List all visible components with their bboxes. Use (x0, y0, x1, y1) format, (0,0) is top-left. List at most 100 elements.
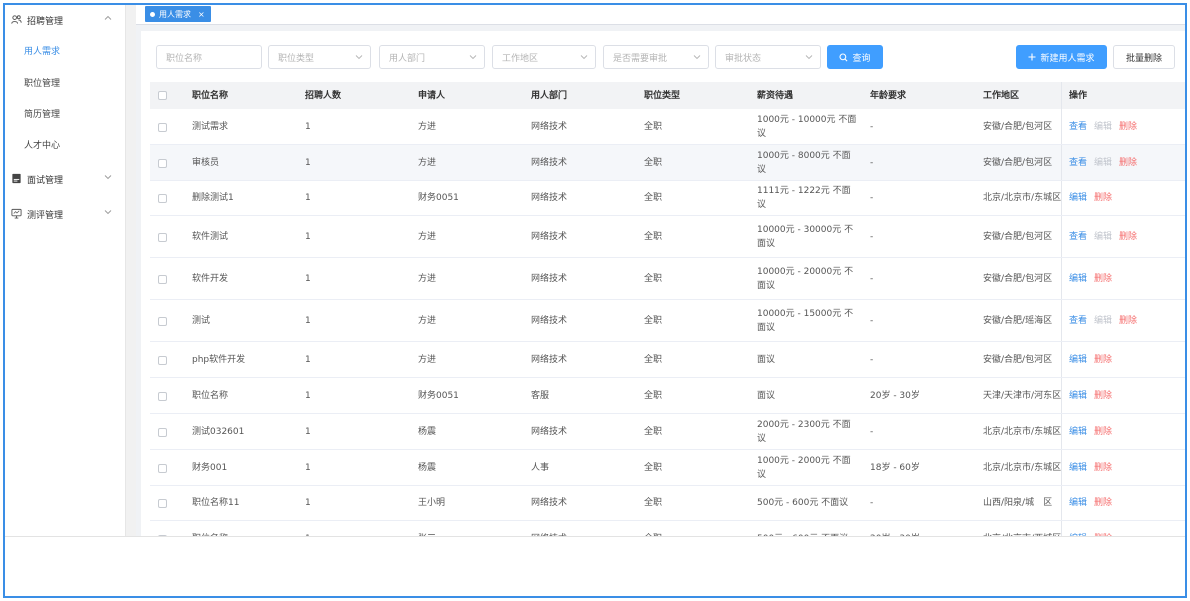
cell-area: 安徽/合肥/包河区 (983, 231, 1053, 242)
cell-actions: 查看 编辑 删除 (1069, 145, 1144, 180)
row-checkbox[interactable] (158, 356, 167, 365)
cell-salary: 10000元 - 30000元 不面议 (757, 224, 854, 249)
cell-name: 删除测试1 (192, 193, 234, 203)
edit-link[interactable]: 编辑 (1069, 272, 1087, 286)
column-divider (1061, 258, 1062, 299)
new-demand-button[interactable]: 新建用人需求 (1016, 45, 1107, 69)
work-area-select[interactable]: 工作地区 (492, 45, 596, 69)
position-name-input[interactable]: 职位名称 (156, 45, 262, 69)
table-row[interactable]: 职位名称 1 财务0051 客服 全职 面议 20岁 - 30岁 天津/天津市/河东区 编辑 删除 (150, 378, 1185, 414)
row-checkbox[interactable] (158, 428, 167, 437)
delete-link[interactable]: 删除 (1094, 425, 1112, 439)
sidebar-group-assessment[interactable]: 测评管理 (5, 199, 126, 229)
approval-status-select[interactable]: 审批状态 (715, 45, 821, 69)
table-row[interactable]: 软件开发 1 方进 网络技术 全职 10000元 - 20000元 不面议 - 安徽/合肥/包… (150, 258, 1185, 300)
sidebar-item-talent[interactable]: 人才中心 (5, 129, 126, 159)
cell-area: 安徽/合肥/包河区 (983, 157, 1053, 168)
column-divider (1061, 216, 1062, 257)
edit-link-disabled: 编辑 (1094, 315, 1113, 326)
column-header-actions: 操作 (1069, 90, 1088, 101)
delete-link[interactable]: 删除 (1094, 461, 1112, 475)
delete-link[interactable]: 删除 (1119, 314, 1137, 328)
table-row[interactable]: 职位名称 1 张三 网络技术 全职 500元 - 600元 不面议 20岁 - 30岁 北京/… (150, 521, 1185, 537)
column-header-name: 职位名称 (192, 90, 229, 101)
sidebar-group-recruitment[interactable]: 招聘管理 (5, 5, 126, 35)
edit-link[interactable]: 编辑 (1069, 389, 1087, 403)
view-link[interactable]: 查看 (1069, 230, 1087, 244)
view-link[interactable]: 查看 (1069, 314, 1087, 328)
table-row[interactable]: 审核员 1 方进 网络技术 全职 1000元 - 8000元 不面议 - 安徽/合肥/包河区 查… (150, 145, 1185, 181)
table-row[interactable]: 删除测试1 1 财务0051 网络技术 全职 1111元 - 1222元 不面议 - 北京/北… (150, 181, 1185, 216)
cell-applicant: 方进 (418, 273, 437, 284)
edit-link[interactable]: 编辑 (1069, 496, 1087, 510)
row-checkbox[interactable] (158, 194, 167, 203)
cell-department: 网络技术 (531, 193, 568, 203)
table-row[interactable]: 软件测试 1 方进 网络技术 全职 10000元 - 30000元 不面议 - 安徽/合肥/包… (150, 216, 1185, 258)
edit-link[interactable]: 编辑 (1069, 191, 1087, 205)
cell-age: - (870, 193, 874, 203)
cell-type: 全职 (644, 157, 663, 168)
department-select[interactable]: 用人部门 (379, 45, 485, 69)
cell-actions: 编辑删除 (1069, 181, 1119, 215)
sidebar-group-interview[interactable]: 面试管理 (5, 164, 126, 194)
cell-department: 网络技术 (531, 231, 568, 242)
position-type-select[interactable]: 职位类型 (268, 45, 371, 69)
cell-type: 全职 (644, 231, 663, 242)
delete-link[interactable]: 删除 (1119, 156, 1137, 170)
cell-name: 审核员 (192, 157, 220, 168)
sidebar-item-resumes[interactable]: 简历管理 (5, 98, 126, 128)
monitor-icon (11, 208, 22, 219)
sidebar-scrollbar[interactable] (126, 5, 136, 536)
row-checkbox[interactable] (158, 464, 167, 473)
cell-area: 北京/北京市/东城区 (983, 462, 1062, 473)
edit-link[interactable]: 编辑 (1069, 353, 1087, 367)
row-checkbox[interactable] (158, 317, 167, 326)
delete-link[interactable]: 删除 (1119, 120, 1137, 134)
cell-area: 北京/北京市/西城区 (983, 521, 1061, 537)
cell-department: 网络技术 (531, 121, 568, 132)
column-header-type: 职位类型 (644, 90, 681, 101)
view-link[interactable]: 查看 (1069, 156, 1087, 170)
batch-delete-button[interactable]: 批量删除 (1113, 45, 1175, 69)
delete-link[interactable]: 删除 (1094, 389, 1112, 403)
row-checkbox[interactable] (158, 123, 167, 132)
cell-applicant: 方进 (418, 315, 437, 326)
table-row[interactable]: php软件开发 1 方进 网络技术 全职 面议 - 安徽/合肥/包河区 编辑 删除 (150, 342, 1185, 378)
cell-name: 软件测试 (192, 231, 229, 242)
delete-link[interactable]: 删除 (1094, 191, 1112, 205)
column-header-count: 招聘人数 (305, 90, 342, 101)
cell-age: - (870, 354, 874, 365)
table-header: 职位名称 招聘人数 申请人 用人部门 职位类型 薪资待遇 年龄要求 工作地区 操… (150, 82, 1185, 109)
cell-count: 1 (305, 498, 311, 508)
delete-link[interactable]: 删除 (1094, 353, 1112, 367)
close-icon[interactable]: × (198, 10, 205, 19)
cell-age: - (870, 231, 874, 242)
cell-name: 测试 (192, 315, 211, 326)
delete-link[interactable]: 删除 (1094, 272, 1112, 286)
cell-area: 山西/阳泉/城 区 (983, 498, 1053, 508)
table-row[interactable]: 职位名称11 1 王小明 网络技术 全职 500元 - 600元 不面议 - 山西/阳泉/城 … (150, 486, 1185, 521)
table-row[interactable]: 测试032601 1 杨震 网络技术 全职 2000元 - 2300元 不面议 - 北京/北京… (150, 414, 1185, 450)
edit-link[interactable]: 编辑 (1069, 425, 1087, 439)
tab-demand[interactable]: 用人需求 × (145, 6, 211, 22)
row-checkbox[interactable] (158, 233, 167, 242)
row-checkbox[interactable] (158, 159, 167, 168)
edit-link[interactable]: 编辑 (1069, 461, 1087, 475)
delete-link[interactable]: 删除 (1094, 496, 1112, 510)
sidebar-item-positions[interactable]: 职位管理 (5, 67, 126, 97)
row-checkbox[interactable] (158, 392, 167, 401)
delete-link[interactable]: 删除 (1119, 230, 1137, 244)
need-approval-select[interactable]: 是否需要审批 (603, 45, 709, 69)
view-link[interactable]: 查看 (1069, 120, 1087, 134)
search-button[interactable]: 查询 (827, 45, 883, 69)
cell-department: 网络技术 (531, 354, 568, 365)
table-row[interactable]: 测试 1 方进 网络技术 全职 10000元 - 15000元 不面议 - 安徽/合肥/瑶海区… (150, 300, 1185, 342)
table-row[interactable]: 财务001 1 杨震 人事 全职 1000元 - 2000元 不面议 18岁 - 60岁 北京… (150, 450, 1185, 486)
row-checkbox[interactable] (158, 499, 167, 508)
search-button-label: 查询 (852, 53, 871, 64)
sidebar-item-demand[interactable]: 用人需求 (5, 35, 126, 65)
chevron-down-icon (693, 55, 701, 60)
table-row[interactable]: 测试需求 1 方进 网络技术 全职 1000元 - 10000元 不面议 - 安徽/合肥/包河… (150, 109, 1185, 145)
row-checkbox[interactable] (158, 275, 167, 284)
select-all-checkbox[interactable] (158, 91, 167, 100)
